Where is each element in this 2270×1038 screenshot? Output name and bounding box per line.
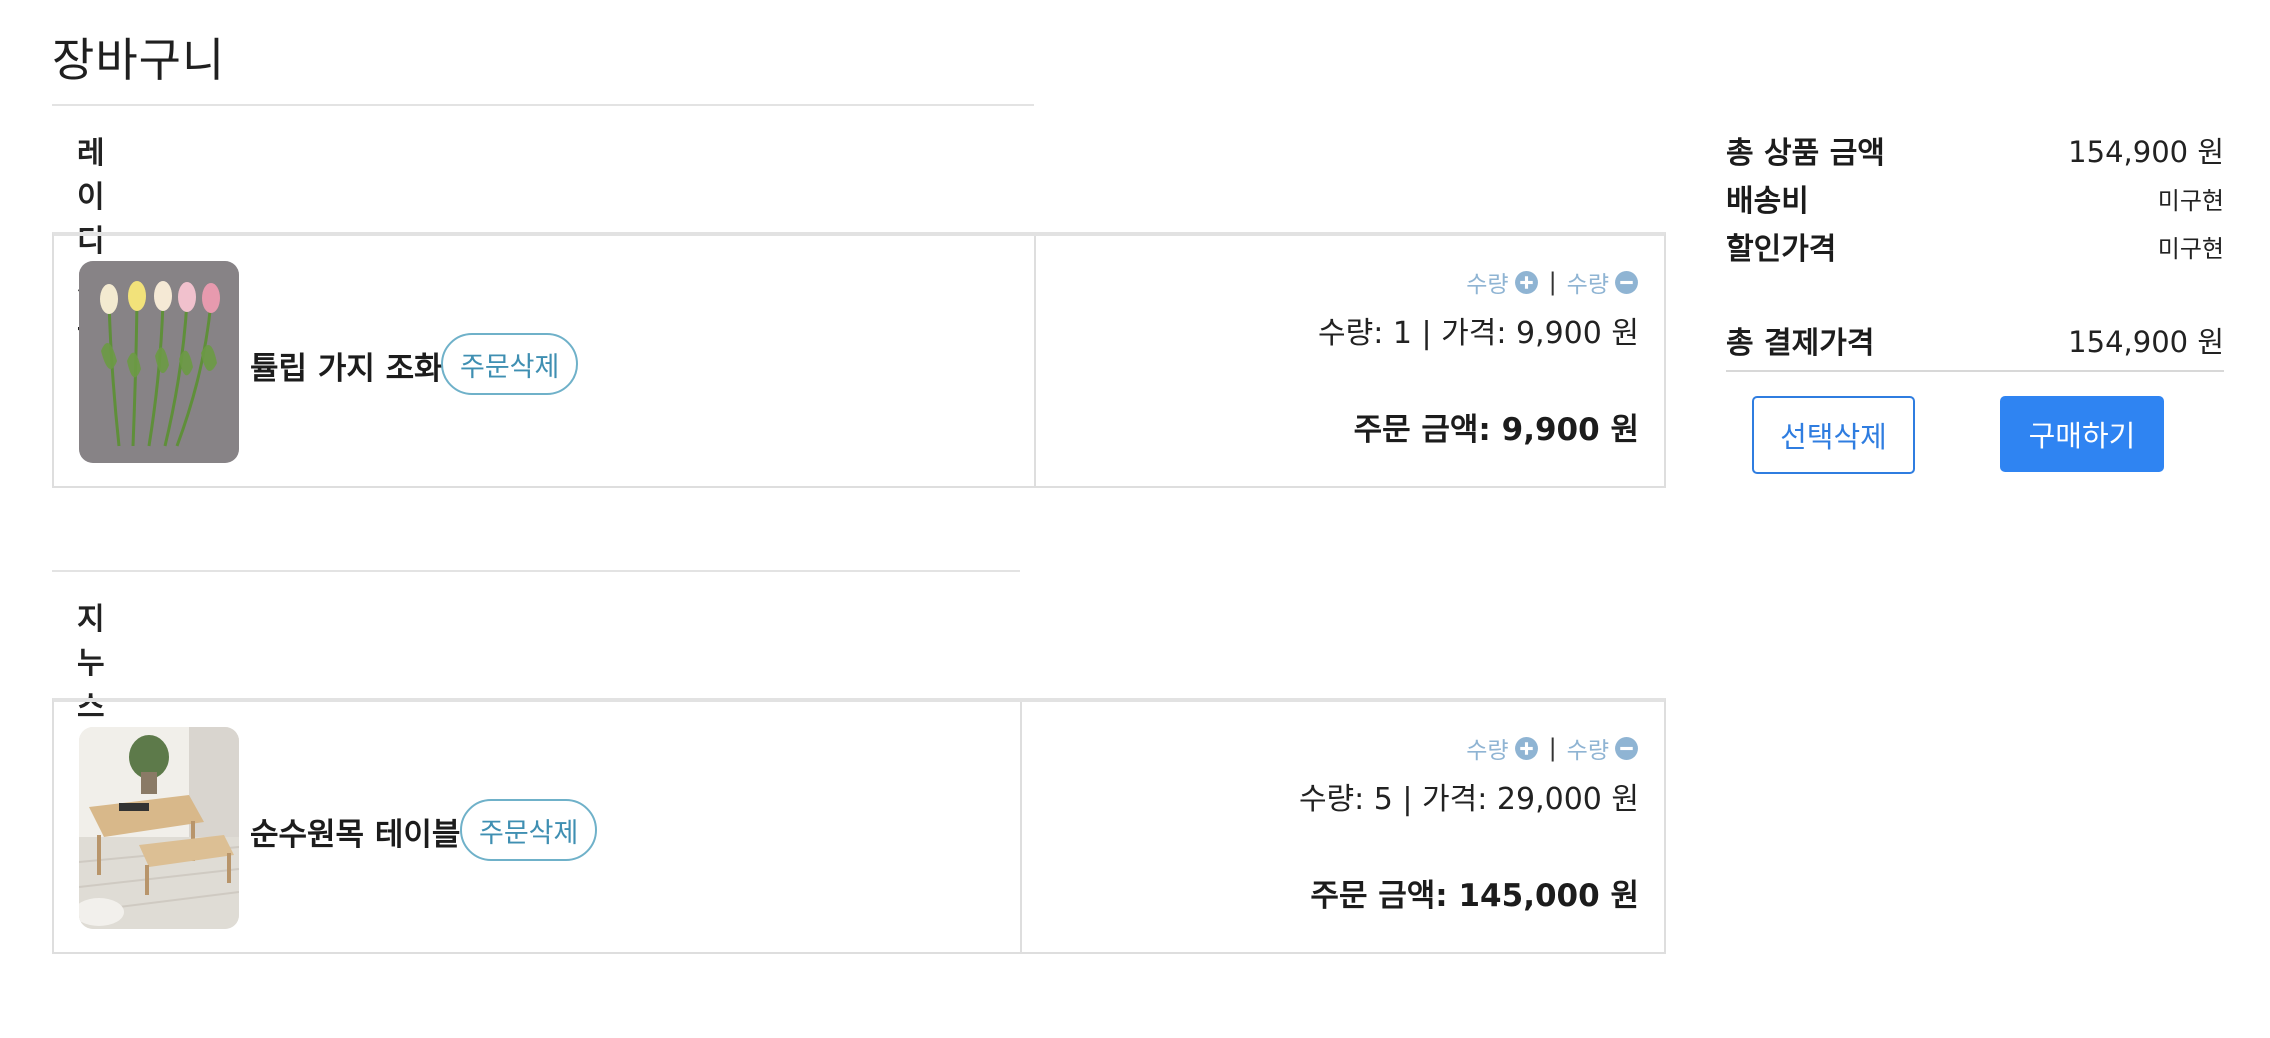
cart-item-price: 수량 | 수량 수량: 1 | 가격: 9,900 원 주문 금액: 9,900… xyxy=(1036,236,1664,486)
product-name[interactable]: 순수원목 테이블 xyxy=(250,809,460,854)
quantity-decrease-button[interactable]: 수량 xyxy=(1567,265,1639,299)
summary-payment-label: 총 결제가격 xyxy=(1726,326,1875,361)
quantity-price-text: 수량: 1 | 가격: 9,900 원 xyxy=(1318,316,1639,351)
summary-shipping-value: 미구현 xyxy=(2157,186,2224,215)
order-delete-button[interactable]: 주문삭제 xyxy=(460,799,598,861)
product-name[interactable]: 튤립 가지 조화 xyxy=(250,343,443,388)
plus-circle-icon xyxy=(1514,270,1538,294)
summary-payment-row: 총 결제가격 154,900 원 xyxy=(1726,318,2224,362)
summary-total-row: 총 상품 금액 154,900 원 xyxy=(1726,128,2224,172)
product-image[interactable] xyxy=(79,261,239,463)
cart-item: 튤립 가지 조화 주문삭제 수량 | 수량 수량: 1 | 가격: 9,900 … xyxy=(52,232,1666,488)
shop-divider xyxy=(52,570,1020,572)
summary-payment-value: 154,900 원 xyxy=(2068,325,2224,359)
purchase-button[interactable]: 구매하기 xyxy=(2000,396,2164,472)
summary-shipping-row: 배송비 미구현 xyxy=(1726,176,2224,220)
quantity-separator: | xyxy=(1548,268,1557,296)
quantity-controls: 수량 | 수량 xyxy=(1466,265,1639,299)
shop-divider xyxy=(52,104,1034,106)
summary-discount-label: 할인가격 xyxy=(1726,232,1837,267)
summary-discount-value: 미구현 xyxy=(2157,234,2224,263)
quantity-decrease-label: 수량 xyxy=(1566,738,1609,764)
summary-total-label: 총 상품 금액 xyxy=(1726,136,1885,171)
delete-selected-button[interactable]: 선택삭제 xyxy=(1752,396,1915,474)
cart-item: 순수원목 테이블 주문삭제 수량 | 수량 수량: 5 | 가격: 29,000… xyxy=(52,698,1666,954)
quantity-increase-label: 수량 xyxy=(1466,738,1509,764)
order-amount: 주문 금액: 9,900 원 xyxy=(1353,412,1639,448)
minus-circle-icon xyxy=(1615,270,1638,294)
summary-divider xyxy=(1726,370,2224,372)
quantity-decrease-label: 수량 xyxy=(1566,272,1609,298)
cart-item-info: 순수원목 테이블 주문삭제 xyxy=(54,702,1022,952)
quantity-controls: 수량 | 수량 xyxy=(1466,731,1639,765)
order-delete-button[interactable]: 주문삭제 xyxy=(441,333,579,395)
product-image[interactable] xyxy=(79,727,239,929)
quantity-increase-button[interactable]: 수량 xyxy=(1466,731,1538,765)
plus-circle-icon xyxy=(1514,736,1538,760)
quantity-increase-label: 수량 xyxy=(1466,272,1509,298)
summary-discount-row: 할인가격 미구현 xyxy=(1726,224,2224,268)
order-amount: 주문 금액: 145,000 원 xyxy=(1310,878,1639,914)
page-title: 장바구니 xyxy=(52,33,226,87)
summary-total-value: 154,900 원 xyxy=(2068,135,2224,169)
quantity-price-text: 수량: 5 | 가격: 29,000 원 xyxy=(1298,782,1639,817)
summary-shipping-label: 배송비 xyxy=(1726,184,1809,219)
cart-item-info: 튤립 가지 조화 주문삭제 xyxy=(54,236,1036,486)
minus-circle-icon xyxy=(1615,736,1638,760)
quantity-separator: | xyxy=(1548,734,1557,762)
quantity-increase-button[interactable]: 수량 xyxy=(1466,265,1538,299)
cart-item-price: 수량 | 수량 수량: 5 | 가격: 29,000 원 주문 금액: 145,… xyxy=(1022,702,1664,952)
quantity-decrease-button[interactable]: 수량 xyxy=(1567,731,1639,765)
